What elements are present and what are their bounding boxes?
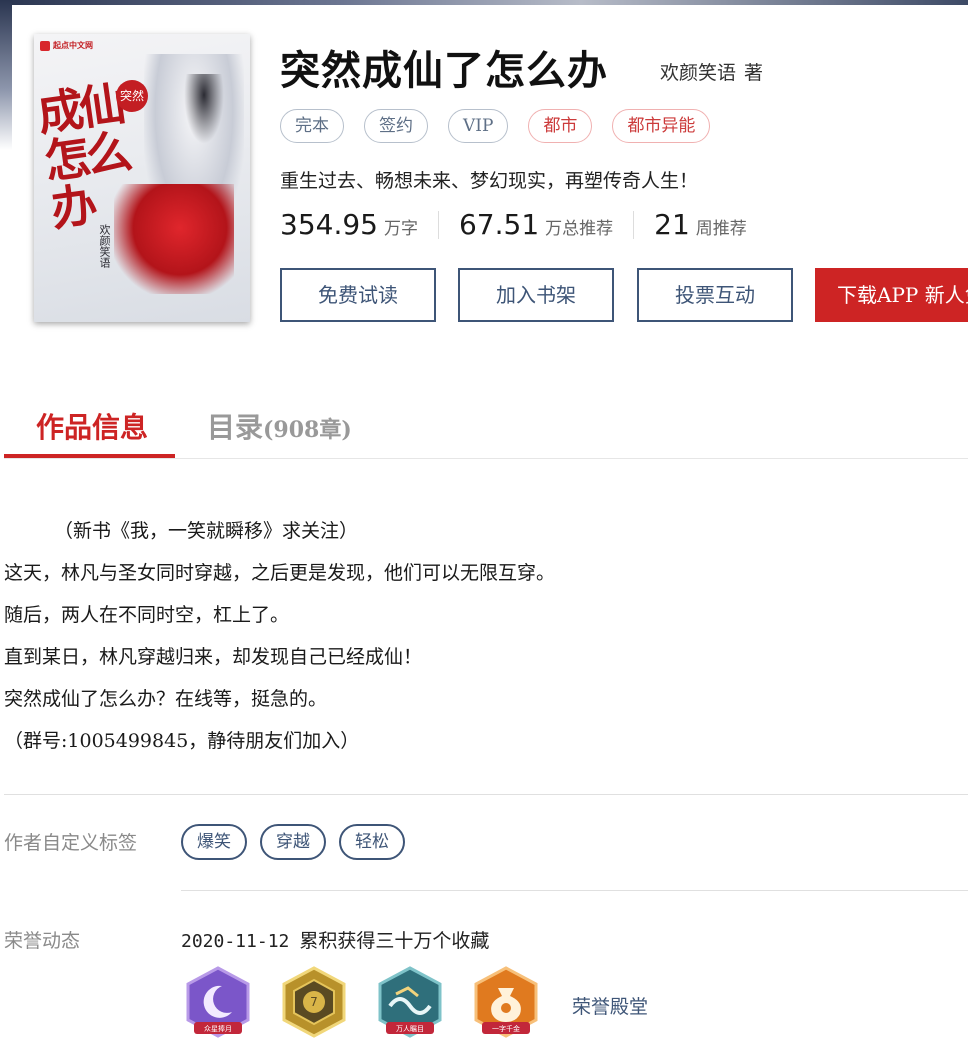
book-stats: 354.95 万字 67.51 万总推荐 21 周推荐	[280, 208, 747, 241]
badge-caption: 众星捧月	[204, 1024, 232, 1033]
custom-tags: 爆笑 穿越 轻松	[181, 824, 405, 860]
stat-unit: 万总推荐	[545, 219, 614, 239]
cover-calligraphy-title: 成仙怎么办	[34, 76, 132, 237]
tab-toc-count: (908章)	[263, 417, 352, 443]
svg-text:7: 7	[310, 995, 318, 1009]
description-line: 直到某日，林凡穿越归来，却发现自己已经成仙！	[4, 646, 423, 668]
gold-medal-badge-icon[interactable]: 7	[280, 966, 348, 1040]
book-tagline: 重生过去、畅想未来、梦幻现实，再塑传奇人生！	[280, 170, 699, 192]
tag-subcategory[interactable]: 都市异能	[612, 109, 711, 143]
badge-caption: 万人瞩目	[396, 1025, 424, 1033]
section-divider	[4, 794, 968, 795]
tab-divider	[4, 458, 968, 459]
money-bag-badge-icon[interactable]: 一字千金	[472, 966, 540, 1040]
stat-unit: 万字	[383, 219, 418, 239]
description-line: 随后，两人在不同时空，杠上了。	[4, 604, 290, 626]
top-banner-strip	[0, 0, 968, 5]
tab-table-of-contents[interactable]: 目录(908章)	[207, 406, 352, 446]
honor-event: 2020-11-12 累积获得三十万个收藏	[181, 926, 489, 953]
description-line: 突然成仙了怎么办？在线等，挺急的。	[4, 688, 328, 710]
tab-book-info[interactable]: 作品信息	[36, 406, 148, 446]
book-cover[interactable]: 起点中文网 成仙怎么办 突然 欢颜笑语	[34, 34, 250, 322]
moon-badge-icon[interactable]: 众星捧月	[184, 966, 252, 1040]
add-to-shelf-button[interactable]: 加入书架	[458, 268, 614, 322]
stat-value: 67.51	[458, 208, 540, 241]
honor-label: 荣誉动态	[4, 930, 81, 952]
stat-value: 21	[654, 208, 690, 241]
book-description: （新书《我，一笑就瞬移》求关注） 这天，林凡与圣女同时穿越，之后更是发现，他们可…	[4, 514, 555, 766]
tab-toc-label: 目录	[207, 411, 264, 444]
honor-date: 2020-11-12	[181, 931, 290, 952]
banner-edge	[0, 0, 12, 150]
custom-tags-label: 作者自定义标签	[4, 832, 138, 854]
book-tags: 完本 签约 VIP 都市 都市异能	[280, 109, 711, 143]
download-app-button[interactable]: 下载APP 新人免	[815, 268, 968, 322]
honor-hall-link[interactable]: 荣誉殿堂	[572, 992, 648, 1019]
cover-logo: 起点中文网	[40, 40, 93, 51]
tag-vip: VIP	[448, 109, 509, 143]
stat-word-count: 354.95 万字	[280, 208, 418, 241]
description-line: （新书《我，一笑就瞬移》求关注）	[54, 520, 359, 542]
description-line: （群号:1005499845，静待朋友们加入）	[4, 730, 360, 752]
author-suffix: 著	[744, 62, 764, 84]
stat-divider	[437, 210, 439, 239]
custom-tag[interactable]: 爆笑	[181, 824, 247, 860]
tag-category-city[interactable]: 都市	[528, 109, 593, 143]
stat-total-recommend: 67.51 万总推荐	[459, 208, 613, 241]
free-read-button[interactable]: 免费试读	[280, 268, 436, 322]
cover-art-hair	[184, 74, 224, 144]
tag-signed: 签约	[364, 109, 428, 143]
honor-badges: 众星捧月 7 万人瞩目 一字千金	[184, 966, 540, 1040]
book-title: 突然成仙了怎么办	[280, 48, 608, 94]
author-line: 欢颜笑语著	[660, 58, 763, 85]
honor-text: 累积获得三十万个收藏	[299, 930, 490, 952]
cover-author: 欢颜笑语	[98, 224, 111, 268]
qidian-logo-icon	[40, 40, 50, 51]
tag-completed: 完本	[280, 109, 344, 143]
stat-week-recommend: 21 周推荐	[654, 208, 747, 241]
vote-button[interactable]: 投票互动	[637, 268, 793, 322]
custom-tag[interactable]: 轻松	[339, 824, 405, 860]
author-name-link[interactable]: 欢颜笑语	[660, 62, 736, 84]
custom-tag[interactable]: 穿越	[260, 824, 326, 860]
wave-badge-icon[interactable]: 万人瞩目	[376, 966, 444, 1040]
cover-logo-text: 起点中文网	[53, 41, 93, 50]
stat-unit: 周推荐	[695, 219, 747, 239]
stat-value: 354.95	[280, 208, 378, 241]
stat-divider	[633, 210, 635, 239]
row-divider	[181, 890, 968, 891]
cover-seal: 突然	[116, 80, 148, 112]
badge-caption: 一字千金	[492, 1024, 520, 1033]
description-line: 这天，林凡与圣女同时穿越，之后更是发现，他们可以无限互穿。	[4, 562, 556, 584]
